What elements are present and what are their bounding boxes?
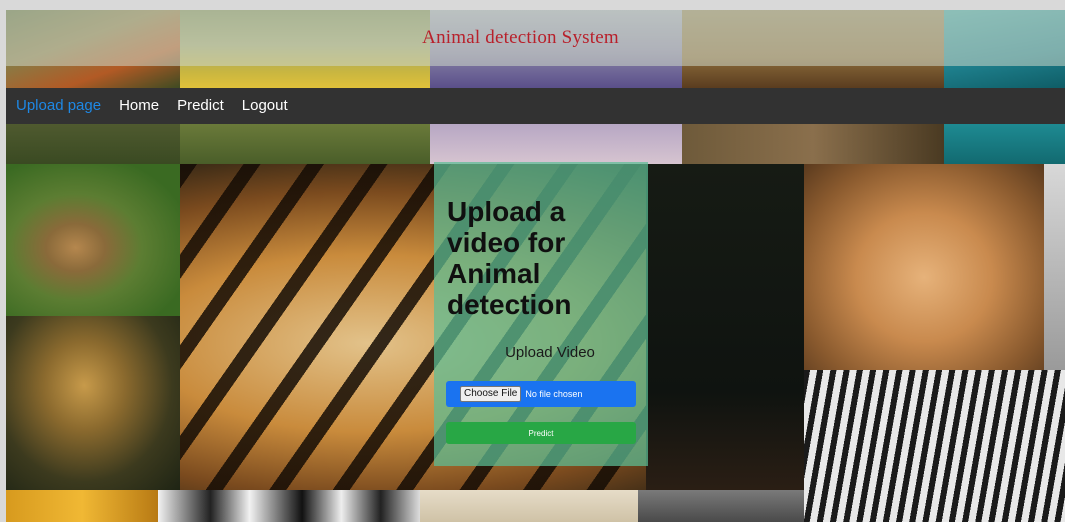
zebra-photo-tile: [804, 370, 1065, 522]
sea-photo-tile: [944, 124, 1065, 164]
navbar: Upload page Home Predict Logout: [6, 88, 1065, 124]
sand-photo-tile: [430, 124, 682, 164]
nav-predict[interactable]: Predict: [168, 88, 233, 124]
nav-home[interactable]: Home: [110, 88, 168, 124]
upload-heading: Upload a video for Animal detection: [447, 196, 572, 320]
lions-photo-tile: [804, 164, 1044, 370]
deer-photo-tile: [6, 164, 180, 316]
nav-logout[interactable]: Logout: [233, 88, 297, 124]
side-photo-tile: [1044, 164, 1065, 370]
predict-button[interactable]: Predict: [446, 422, 636, 444]
rocks-photo-tile: [638, 490, 804, 522]
upload-card: Upload a video for Animal detection Uplo…: [434, 162, 648, 466]
grass-photo-tile: [180, 124, 430, 164]
page-title: Animal detection System: [422, 27, 619, 48]
nav-upload-page[interactable]: Upload page: [6, 88, 110, 124]
choose-file-button[interactable]: Choose File: [460, 386, 522, 402]
page-background: Animal detection System Upload page Home…: [6, 10, 1065, 522]
forest-photo-tile: [6, 124, 180, 164]
file-status-text: No file chosen: [525, 389, 583, 399]
jaguar-photo-tile: [6, 316, 180, 490]
savanna-photo-tile: [420, 490, 638, 522]
header-banner: Animal detection System: [6, 10, 1065, 66]
tiger-shadow-tile: [646, 164, 804, 490]
flower-photo-tile: [6, 490, 158, 522]
upload-video-label: Upload Video: [505, 344, 595, 361]
penguins-photo-tile: [158, 490, 420, 522]
file-input[interactable]: Choose File No file chosen: [446, 381, 636, 407]
trunk-photo-tile: [682, 124, 944, 164]
